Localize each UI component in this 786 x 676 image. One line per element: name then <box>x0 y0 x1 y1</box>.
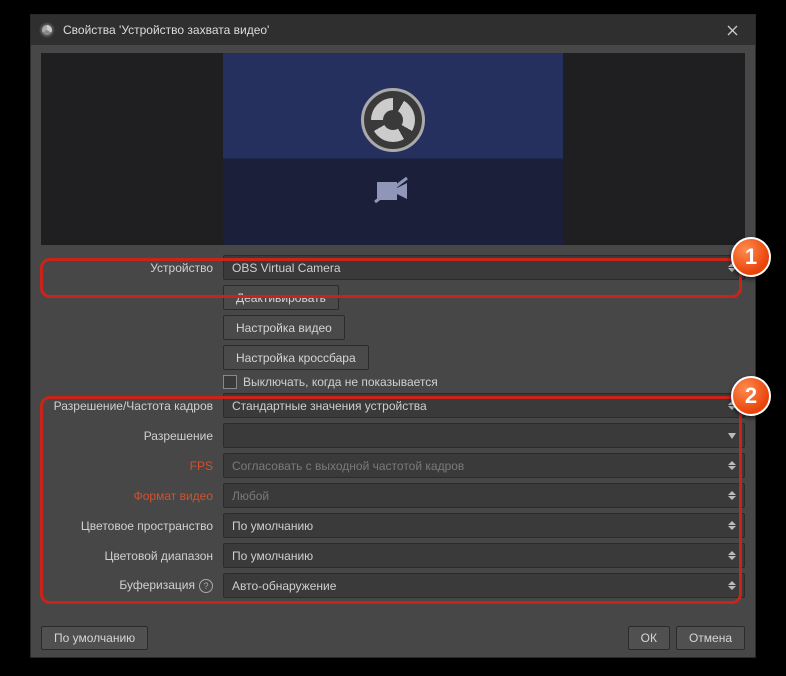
dialog-footer: По умолчанию ОК Отмена <box>31 619 755 657</box>
buffering-select[interactable]: Авто-обнаружение <box>223 573 745 598</box>
obs-logo-icon <box>361 88 425 152</box>
mute-when-hidden-checkbox[interactable] <box>223 375 237 389</box>
crossbar-setup-button[interactable]: Настройка кроссбара <box>223 345 369 370</box>
window-title: Свойства 'Устройство захвата видео' <box>63 23 269 37</box>
resolution-label: Разрешение <box>41 429 223 443</box>
close-button[interactable] <box>717 15 747 45</box>
spinner-icon <box>723 545 741 566</box>
color-range-select[interactable]: По умолчанию <box>223 543 745 568</box>
spinner-icon <box>723 575 741 596</box>
spinner-icon <box>723 485 741 506</box>
preview-area <box>41 53 745 245</box>
camera-off-icon <box>373 176 413 211</box>
properties-dialog: Свойства 'Устройство захвата видео' Устр… <box>30 14 756 658</box>
video-setup-button[interactable]: Настройка видео <box>223 315 345 340</box>
annotation-badge-1: 1 <box>731 237 771 277</box>
res-fps-label: Разрешение/Частота кадров <box>41 399 223 413</box>
video-format-label: Формат видео <box>41 489 223 503</box>
deactivate-button[interactable]: Деактивировать <box>223 285 339 310</box>
res-fps-select[interactable]: Стандартные значения устройства <box>223 393 745 418</box>
defaults-button[interactable]: По умолчанию <box>41 626 148 650</box>
chevron-down-icon <box>723 425 741 446</box>
device-select[interactable]: OBS Virtual Camera <box>223 255 745 280</box>
spinner-icon <box>723 515 741 536</box>
resolution-select[interactable] <box>223 423 745 448</box>
ok-button[interactable]: ОК <box>628 626 670 650</box>
help-icon[interactable]: ? <box>199 579 213 593</box>
titlebar: Свойства 'Устройство захвата видео' <box>31 15 755 45</box>
mute-when-hidden-label: Выключать, когда не показывается <box>243 375 438 389</box>
spinner-icon <box>723 455 741 476</box>
device-label: Устройство <box>41 261 223 275</box>
annotation-badge-2: 2 <box>731 376 771 416</box>
color-range-label: Цветовой диапазон <box>41 549 223 563</box>
video-format-select[interactable]: Любой <box>223 483 745 508</box>
cancel-button[interactable]: Отмена <box>676 626 745 650</box>
obs-icon <box>39 22 55 38</box>
close-icon <box>727 25 738 36</box>
fps-label: FPS <box>41 459 223 473</box>
device-value: OBS Virtual Camera <box>232 261 341 275</box>
color-space-select[interactable]: По умолчанию <box>223 513 745 538</box>
preview-placeholder <box>223 53 563 245</box>
fps-select[interactable]: Согласовать с выходной частотой кадров <box>223 453 745 478</box>
color-space-label: Цветовое пространство <box>41 519 223 533</box>
buffering-label: Буферизация? <box>41 578 223 593</box>
